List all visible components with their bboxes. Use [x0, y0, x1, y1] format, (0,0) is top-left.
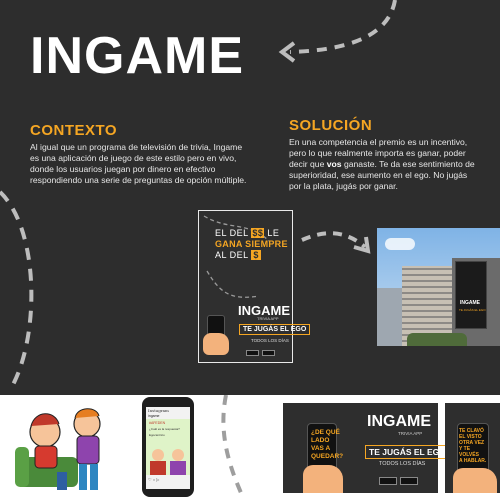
- money-badge-2: $: [251, 250, 261, 260]
- contexto-text: Al igual que un programa de televisión d…: [30, 142, 247, 185]
- print-app-badges: [379, 477, 419, 485]
- poster-mockup: EL DEL $$ LE GANA SIEMPRE AL DEL $ INGAM…: [198, 210, 311, 363]
- solucion-line-1: En una competencia el premio es un incen…: [289, 137, 468, 147]
- poster-headline-3: AL DEL $: [215, 250, 261, 260]
- print-question-4: QUEDAR?: [311, 453, 344, 460]
- post-actions: ♡ ○ ▷: [148, 477, 160, 482]
- money-badge: $$: [251, 228, 265, 238]
- post-image: #AFEDEN ¿Cuál es la respuesta? Egocéntri…: [146, 419, 190, 475]
- app-store-badges: [246, 350, 276, 356]
- post-app-name: Instagram: [148, 408, 169, 413]
- post-answer: Egocéntrico: [149, 433, 165, 437]
- post-hashtag: #AFEDEN: [149, 421, 166, 425]
- solucion-emphasis: vos: [326, 159, 342, 169]
- poster-headline-1: EL DEL $$ LE: [215, 228, 280, 238]
- billboard-photo: INGAME TE JUGÁS EL EGO: [377, 228, 500, 346]
- print-question-1: ¿DE QUÉ: [311, 429, 340, 436]
- contexto-heading: CONTEXTO: [30, 122, 118, 139]
- trees: [407, 333, 467, 346]
- print-subtag: TODOS LOS DÍAS: [379, 461, 426, 467]
- billboard-tagline: TE JUGÁS EL EGO: [459, 308, 486, 312]
- cartoon-illustration: [15, 408, 101, 490]
- phone-mockup: Instagram ingame #AFEDEN ¿Cuál es la res…: [142, 397, 194, 497]
- dashed-arc-left: [0, 190, 34, 390]
- print2-line-6: A HABLAR.: [459, 458, 487, 464]
- phone-screen: Instagram ingame #AFEDEN ¿Cuál es la res…: [146, 407, 190, 489]
- print-logo: INGAME: [367, 413, 431, 430]
- print-ad: ¿DE QUÉ LADO VAS A QUEDAR? INGAME TRIVIA…: [283, 403, 450, 493]
- page-title: INGAME: [30, 27, 244, 85]
- solucion-line-4: superioridad, ese aumento en el ego. No …: [289, 170, 468, 180]
- print-ad-2: TE CLAVÓ EL VISTO OTRA VEZ Y TE VOLVÉS A…: [445, 403, 500, 493]
- poster-tagline: TE JUGÁS EL EGO: [239, 324, 311, 335]
- poster-logo-sub: TRIVIA APP: [257, 316, 279, 321]
- solucion-line-3: decir que vos ganaste. Te da ese sentimi…: [289, 159, 475, 169]
- solucion-text: En una competencia el premio es un incen…: [289, 137, 494, 192]
- solucion-heading: SOLUCIÓN: [289, 117, 373, 134]
- poster-hand-phone: [203, 315, 233, 360]
- post-question: ¿Cuál es la respuesta?: [149, 427, 180, 431]
- print-question-2: LADO: [311, 437, 330, 444]
- dashed-arrow-middle: [301, 231, 371, 254]
- solucion-line-5: por la plata, jugás por ganar.: [289, 181, 398, 191]
- print-logo-sub: TRIVIA APP: [398, 431, 423, 436]
- billboard-logo: INGAME: [460, 300, 480, 306]
- post-user: ingame: [148, 414, 160, 418]
- poster-subtag: TODOS LOS DÍAS: [251, 338, 289, 343]
- dashed-arrow-top-right: [278, 0, 397, 63]
- print-question-3: VAS A: [311, 445, 331, 452]
- print-tagline: TE JUGÁS EL EGO: [365, 445, 450, 459]
- dashed-arrow-bottom: [221, 395, 244, 496]
- poster-headline-2: GANA SIEMPRE: [215, 239, 288, 249]
- hero-panel: INGAME CONTEXTO Al igual que un programa…: [0, 0, 500, 395]
- billboard-screen: INGAME TE JUGÁS EL EGO: [455, 261, 487, 329]
- solucion-line-2: pero lo que realmente importa es ganar, …: [289, 148, 466, 158]
